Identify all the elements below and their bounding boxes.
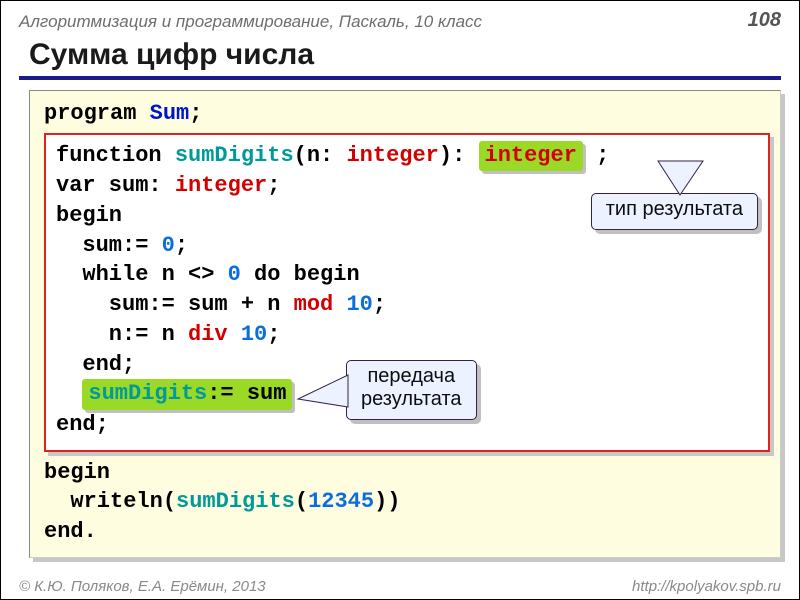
callout-type-result: тип результата: [591, 193, 758, 230]
callout-pass-result-l2: результата: [361, 388, 462, 410]
kw-div: div: [188, 322, 228, 347]
code-line-program: program Sum;: [44, 99, 770, 129]
write-fn: sumDigits: [176, 489, 295, 514]
callout-type-result-text: тип результата: [606, 198, 743, 220]
topbar: Алгоритмизация и программирование, Паска…: [1, 1, 799, 34]
after-return: ;: [583, 143, 609, 168]
l6-pre: sum:= sum + n: [56, 292, 294, 317]
fn-name: sumDigits: [175, 143, 294, 168]
code-line-6: sum:= sum + n mod 10;: [56, 290, 758, 320]
callout-pass-result: передача результата: [346, 360, 477, 420]
var-type: integer: [175, 173, 267, 198]
kw-mod: mod: [294, 292, 334, 317]
param-type: integer: [346, 143, 438, 168]
l4-semi: ;: [175, 233, 188, 258]
assign-op: := sum: [207, 381, 286, 406]
program-name: Sum: [150, 101, 190, 126]
write-rp: )): [374, 489, 400, 514]
slide-title: Сумма цифр числа: [29, 38, 781, 72]
code-line-begin: begin: [44, 458, 770, 488]
kw-end-inner: end;: [56, 352, 135, 377]
code-line-writeln: writeln(sumDigits(12345)): [44, 487, 770, 517]
return-type: integer: [485, 143, 577, 168]
code-line-4: sum:= 0;: [56, 231, 758, 261]
code-line-7: n:= n div 10;: [56, 320, 758, 350]
code-line-1: function sumDigits(n: integer): integer …: [56, 141, 758, 172]
code-box-inner: function sumDigits(n: integer): integer …: [44, 133, 770, 452]
kw-begin-main: begin: [44, 460, 110, 485]
write-arg: 12345: [308, 489, 374, 514]
l4-pre: sum:=: [56, 233, 162, 258]
code-line-end: end.: [44, 517, 770, 547]
l5-pre: while n <>: [56, 262, 228, 287]
kw-program: program: [44, 101, 150, 126]
return-type-highlight: integer: [479, 141, 583, 172]
page-number: 108: [748, 9, 781, 32]
l7-semi: ;: [267, 322, 280, 347]
footer: © К.Ю. Поляков, Е.А. Ерёмин, 2013 http:/…: [1, 578, 799, 595]
kw-end-main: end.: [44, 519, 97, 544]
lparen: (n:: [294, 143, 347, 168]
l5-do: do begin: [241, 262, 360, 287]
l5-zero: 0: [228, 262, 241, 287]
kw-begin: begin: [56, 203, 122, 228]
l4-zero: 0: [162, 233, 175, 258]
kw-end-fn: end;: [56, 412, 109, 437]
rparen: ):: [439, 143, 465, 168]
l7-ten: 10: [241, 322, 267, 347]
code-line-5: while n <> 0 do begin: [56, 260, 758, 290]
kw-var: var sum:: [56, 173, 175, 198]
semicolon: ;: [189, 101, 202, 126]
l7-pre: n:= n: [56, 322, 188, 347]
write-lp: (: [295, 489, 308, 514]
assign-highlight: sumDigits:= sum: [82, 379, 292, 410]
kw-function: function: [56, 143, 175, 168]
footer-authors: © К.Ю. Поляков, Е.А. Ерёмин, 2013: [19, 578, 632, 595]
l6-semi: ;: [373, 292, 386, 317]
l6-ten: 10: [346, 292, 372, 317]
course-title: Алгоритмизация и программирование, Паска…: [19, 12, 748, 32]
slide: Алгоритмизация и программирование, Паска…: [0, 0, 800, 600]
footer-url: http://kpolyakov.spb.ru: [632, 578, 781, 595]
callout-pass-result-l1: передача: [367, 365, 455, 387]
title-underline: [19, 76, 781, 80]
write-pre: writeln(: [44, 489, 176, 514]
code-box-outer: program Sum; function sumDigits(n: integ…: [29, 90, 781, 558]
semi-2: ;: [267, 173, 280, 198]
assign-fn: sumDigits: [88, 381, 207, 406]
